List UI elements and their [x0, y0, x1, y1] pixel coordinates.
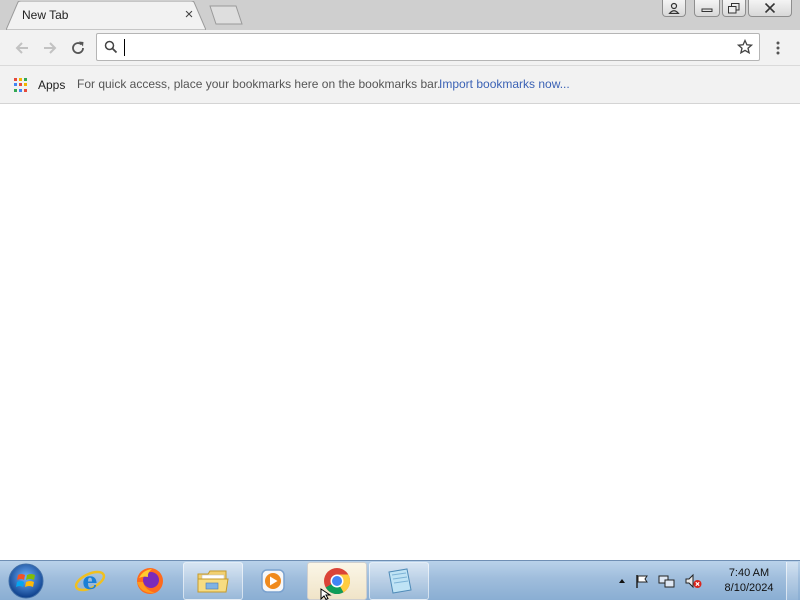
- media-player-icon: [261, 569, 285, 593]
- notepad-taskbar-button[interactable]: [369, 562, 429, 600]
- address-input[interactable]: [127, 37, 727, 57]
- media-player-taskbar-button[interactable]: [243, 562, 303, 600]
- volume-muted-icon[interactable]: [684, 573, 702, 589]
- clock-time: 7:40 AM: [728, 567, 770, 579]
- restore-icon: [728, 2, 740, 13]
- folder-icon: [197, 570, 229, 593]
- close-button[interactable]: [748, 0, 792, 17]
- menu-icon: [776, 41, 780, 55]
- internet-explorer-taskbar-button[interactable]: e: [60, 562, 120, 600]
- minimize-button[interactable]: [694, 0, 720, 17]
- restore-button[interactable]: [722, 0, 746, 17]
- bookmarks-bar: Apps For quick access, place your bookma…: [0, 66, 800, 104]
- browser-titlebar: New Tab ×: [0, 0, 800, 30]
- system-tray: [618, 569, 702, 593]
- notepad-icon: [388, 568, 412, 594]
- search-icon: [104, 40, 118, 54]
- internet-explorer-icon: e: [74, 566, 106, 595]
- firefox-icon: [137, 568, 163, 594]
- menu-button[interactable]: [768, 38, 788, 58]
- svg-text:e: e: [82, 566, 97, 595]
- text-caret: [124, 39, 125, 56]
- start-button[interactable]: [6, 562, 46, 600]
- show-desktop-button[interactable]: [786, 562, 798, 600]
- new-tab-button[interactable]: [208, 5, 244, 25]
- close-icon: [764, 3, 776, 13]
- address-bar[interactable]: [96, 33, 760, 61]
- mouse-cursor-icon: [320, 588, 332, 600]
- tab-close-icon[interactable]: ×: [182, 7, 196, 23]
- reload-button[interactable]: [68, 38, 88, 58]
- back-icon: [15, 42, 28, 54]
- action-center-flag-icon[interactable]: [634, 573, 650, 589]
- show-hidden-icons-icon[interactable]: [618, 577, 626, 585]
- import-bookmarks-link[interactable]: Import bookmarks now...: [439, 77, 570, 91]
- page-content: [0, 105, 800, 560]
- apps-button[interactable]: Apps: [14, 76, 65, 94]
- minimize-icon: [701, 8, 713, 12]
- bookmarks-hint-text: For quick access, place your bookmarks h…: [77, 77, 441, 91]
- taskbar-clock[interactable]: 7:40 AM 8/10/2024: [712, 566, 786, 596]
- taskbar: e 7:40 AM 8/10/2024: [0, 560, 800, 600]
- google-chrome-taskbar-button[interactable]: [307, 562, 367, 600]
- firefox-taskbar-button[interactable]: [120, 562, 180, 600]
- reload-icon: [72, 41, 84, 54]
- windows-explorer-taskbar-button[interactable]: [183, 562, 243, 600]
- window-controls: [662, 0, 792, 18]
- network-icon[interactable]: [658, 573, 676, 589]
- apps-grid-icon: [14, 78, 28, 92]
- profile-icon: [668, 2, 680, 14]
- screen: New Tab × Apps For quick access, place y…: [0, 0, 800, 600]
- apps-label: Apps: [38, 78, 66, 92]
- back-button[interactable]: [12, 38, 32, 58]
- browser-toolbar: [0, 30, 800, 66]
- star-icon[interactable]: [737, 39, 753, 55]
- profile-button[interactable]: [662, 0, 686, 17]
- tab-new-tab[interactable]: New Tab ×: [6, 1, 206, 30]
- windows-orb-icon: [8, 563, 44, 599]
- clock-date: 8/10/2024: [724, 582, 774, 594]
- forward-icon: [44, 42, 57, 54]
- tab-title: New Tab: [22, 8, 69, 22]
- forward-button[interactable]: [40, 38, 60, 58]
